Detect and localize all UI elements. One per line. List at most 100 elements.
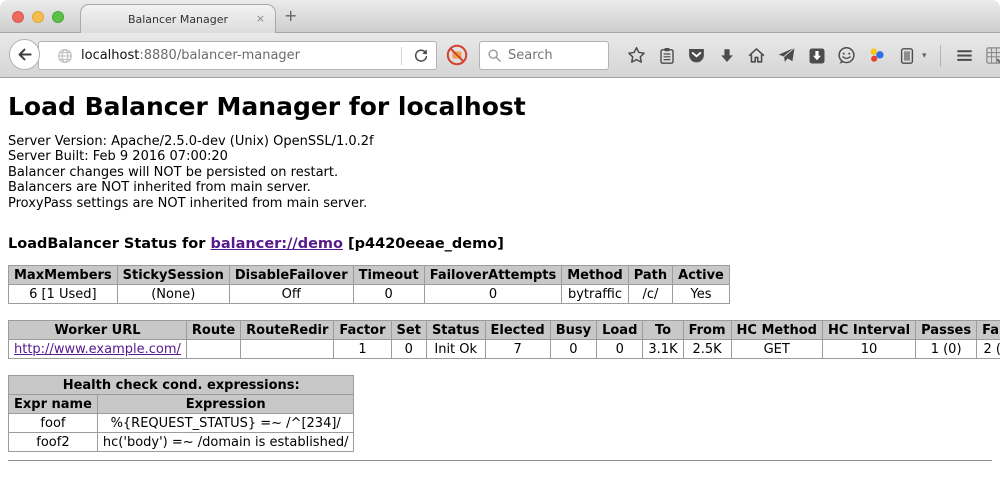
page-title: Load Balancer Manager for localhost	[8, 92, 992, 121]
col-path: Path	[628, 266, 672, 285]
colored-dots-icon[interactable]	[866, 45, 887, 66]
box-download-icon[interactable]	[806, 45, 827, 66]
table-row: foof %{REQUEST_STATUS} =~ /^[234]/	[9, 414, 354, 433]
hc-interval-value: 10	[822, 340, 915, 359]
table-row: 6 [1 Used] (None) Off 0 0 bytraffic /c/ …	[9, 285, 730, 304]
urlbar-divider	[401, 47, 402, 65]
routeredir-value	[241, 340, 334, 359]
url-path: :8880/balancer-manager	[139, 48, 300, 63]
bottom-separator	[8, 460, 992, 462]
window-controls	[12, 11, 64, 23]
search-input[interactable]	[479, 41, 609, 70]
content-block-button[interactable]	[444, 42, 470, 68]
grid-extension-icon[interactable]	[984, 45, 1000, 66]
dropdown-caret-icon[interactable]: ▾	[922, 51, 927, 61]
server-version-line: Server Version: Apache/2.5.0-dev (Unix) …	[8, 134, 992, 149]
tab-bar: Balancer Manager × +	[0, 0, 1000, 33]
chat-smiley-icon[interactable]	[836, 45, 857, 66]
balancer-inherit-line: Balancers are NOT inherited from main se…	[8, 180, 992, 195]
maxmembers-value: 6 [1 Used]	[9, 285, 118, 304]
col-factor: Factor	[334, 321, 391, 340]
home-icon[interactable]	[746, 45, 767, 66]
col-expression: Expression	[97, 395, 354, 414]
col-active: Active	[673, 266, 730, 285]
col-routeredir: RouteRedir	[241, 321, 334, 340]
table-header-row: Expr name Expression	[9, 395, 354, 414]
expr-name-foof2: foof2	[9, 433, 98, 452]
tab-close-icon[interactable]: ×	[256, 12, 265, 25]
failoverattempts-value: 0	[424, 285, 562, 304]
col-route: Route	[186, 321, 240, 340]
set-value: 0	[391, 340, 426, 359]
toolbar-icon-row: ▾	[626, 41, 1000, 70]
zoom-window-button[interactable]	[52, 11, 64, 23]
health-check-caption: Health check cond. expressions:	[9, 376, 354, 395]
fails-value: 2 (0)	[977, 340, 1000, 359]
url-text: localhost:8880/balancer-manager	[81, 48, 300, 63]
expr-name-foof: foof	[9, 414, 98, 433]
new-tab-button[interactable]: +	[284, 6, 297, 25]
from-value: 2.5K	[683, 340, 731, 359]
back-icon	[16, 46, 33, 63]
col-load: Load	[597, 321, 643, 340]
downloads-icon[interactable]	[716, 45, 737, 66]
table-row: http://www.example.com/ 1 0 Init Ok 7 0 …	[9, 340, 1000, 359]
balancer-settings-table: MaxMembers StickySession DisableFailover…	[8, 265, 730, 304]
col-to: To	[643, 321, 683, 340]
content-block-icon	[445, 43, 469, 67]
col-hc-method: HC Method	[731, 321, 822, 340]
col-from: From	[683, 321, 731, 340]
pocket-icon[interactable]	[686, 45, 707, 66]
col-elected: Elected	[485, 321, 550, 340]
expression-foof: %{REQUEST_STATUS} =~ /^[234]/	[97, 414, 354, 433]
url-bar[interactable]: localhost:8880/balancer-manager	[38, 41, 437, 70]
worker-url-link[interactable]: http://www.example.com/	[14, 342, 181, 357]
bookmark-star-icon[interactable]	[626, 45, 647, 66]
col-worker-url: Worker URL	[9, 321, 187, 340]
minimize-window-button[interactable]	[32, 11, 44, 23]
archive-icon[interactable]	[896, 45, 917, 66]
load-value: 0	[597, 340, 643, 359]
proxypass-inherit-line: ProxyPass settings are NOT inherited fro…	[8, 196, 992, 211]
balancer-demo-link[interactable]: balancer://demo	[210, 236, 343, 252]
route-value	[186, 340, 240, 359]
status-value: Init Ok	[426, 340, 485, 359]
expression-foof2: hc('body') =~ /domain is established/	[97, 433, 354, 452]
col-passes: Passes	[916, 321, 977, 340]
col-disablefailover: DisableFailover	[229, 266, 353, 285]
disablefailover-value: Off	[229, 285, 353, 304]
toolbar-separator	[940, 45, 941, 67]
menu-icon	[955, 46, 974, 65]
table-header-row: MaxMembers StickySession DisableFailover…	[9, 266, 730, 285]
timeout-value: 0	[353, 285, 424, 304]
reload-button[interactable]	[408, 43, 434, 69]
hc-method-value: GET	[731, 340, 822, 359]
navigation-toolbar: localhost:8880/balancer-manager	[0, 33, 1000, 78]
col-status: Status	[426, 321, 485, 340]
col-busy: Busy	[550, 321, 596, 340]
path-value: /c/	[628, 285, 672, 304]
tab-title: Balancer Manager	[128, 13, 228, 26]
table-header-row: Worker URL Route RouteRedir Factor Set S…	[9, 321, 1000, 340]
worker-table: Worker URL Route RouteRedir Factor Set S…	[8, 320, 1000, 359]
status-heading-suffix: [p4420eeae_demo]	[343, 236, 504, 252]
method-value: bytraffic	[562, 285, 628, 304]
globe-icon	[57, 48, 73, 64]
send-icon[interactable]	[776, 45, 797, 66]
health-check-table: Health check cond. expressions: Expr nam…	[8, 375, 354, 452]
col-fails: Fails	[977, 321, 1000, 340]
menu-button[interactable]	[954, 45, 975, 66]
back-button[interactable]	[9, 39, 40, 70]
stickysession-value: (None)	[117, 285, 229, 304]
status-heading-prefix: LoadBalancer Status for	[8, 236, 210, 252]
col-hc-interval: HC Interval	[822, 321, 915, 340]
table-caption-row: Health check cond. expressions:	[9, 376, 354, 395]
tab-balancer-manager[interactable]: Balancer Manager ×	[80, 4, 276, 33]
close-window-button[interactable]	[12, 11, 24, 23]
reading-list-icon[interactable]	[656, 45, 677, 66]
server-built-line: Server Built: Feb 9 2016 07:00:20	[8, 149, 992, 164]
reload-icon	[413, 48, 429, 64]
page-content: Load Balancer Manager for localhost Serv…	[0, 78, 1000, 490]
factor-value: 1	[334, 340, 391, 359]
passes-value: 1 (0)	[916, 340, 977, 359]
